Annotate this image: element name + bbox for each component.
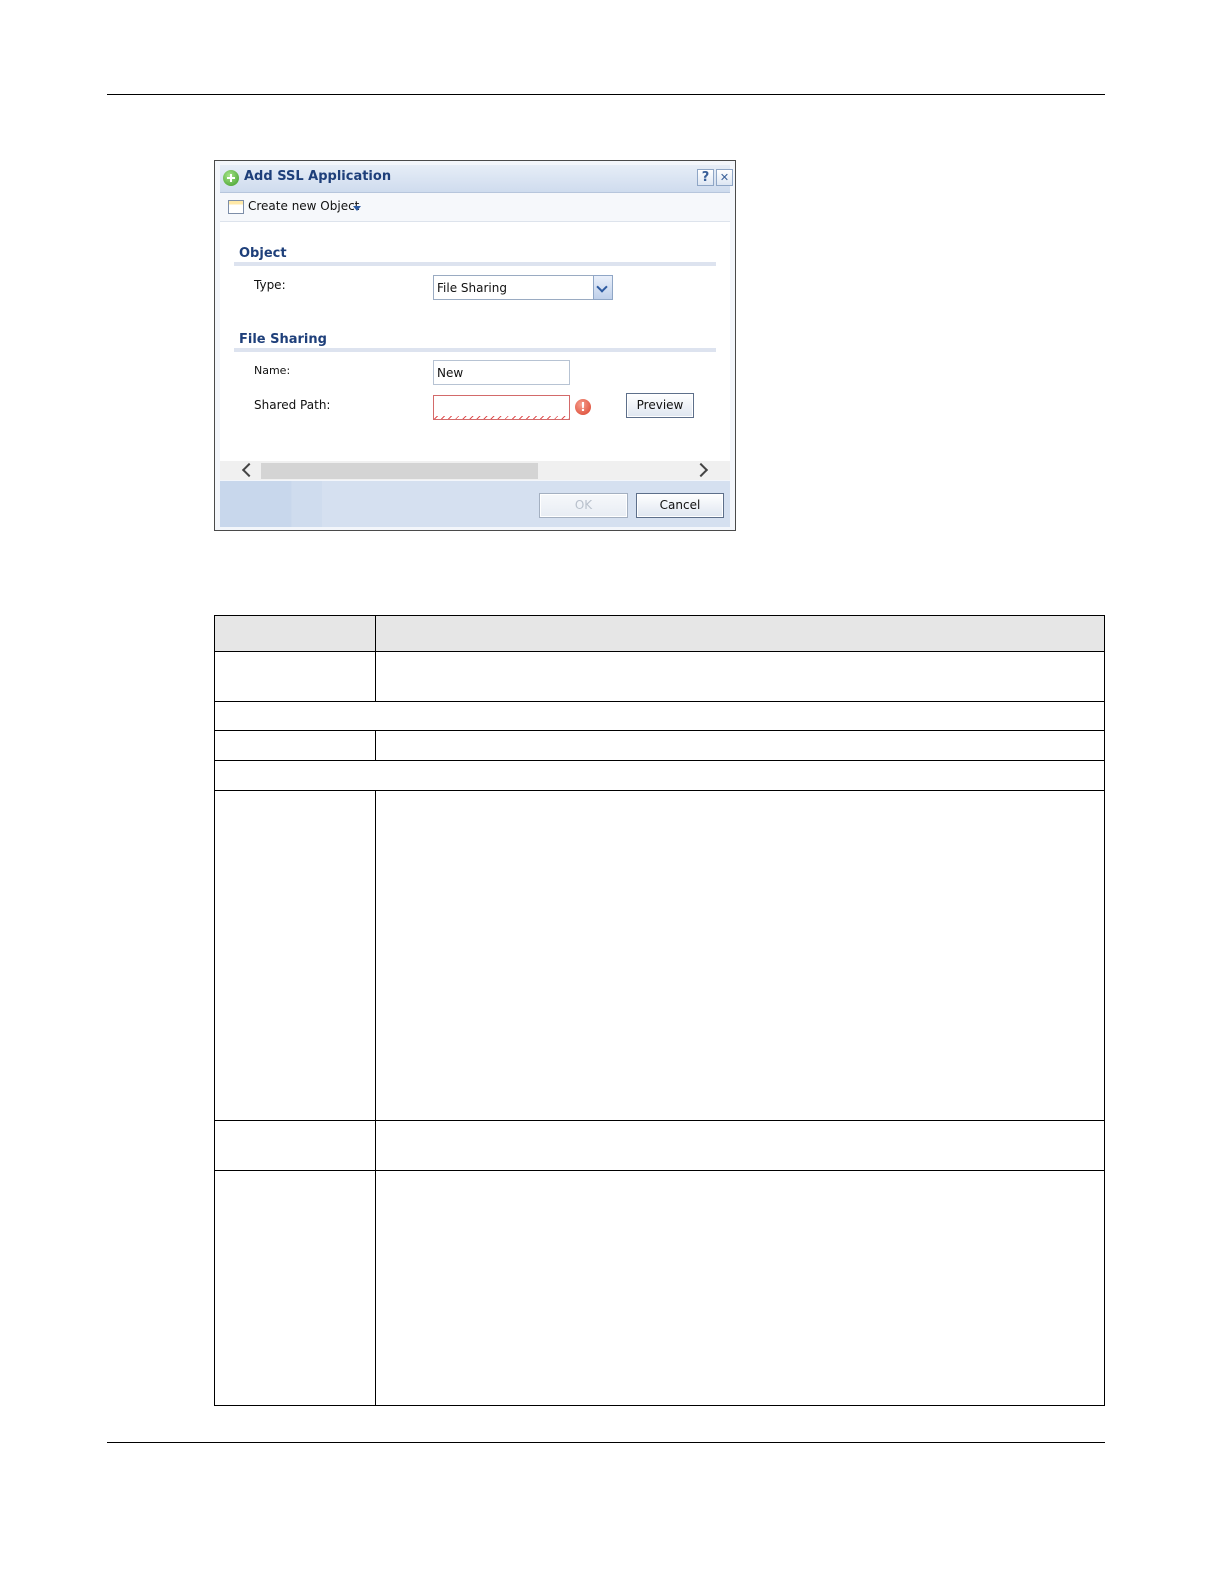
chevron-right-icon[interactable] — [693, 462, 709, 478]
type-label: Type: — [254, 278, 286, 292]
close-button[interactable]: ✕ — [716, 169, 733, 186]
dialog-footer: OK Cancel — [220, 481, 730, 527]
warning-icon: ! — [575, 399, 591, 415]
preview-button[interactable]: Preview — [626, 393, 694, 418]
add-ssl-application-dialog: Add SSL Application ? ✕ Create new Objec… — [214, 160, 736, 531]
dialog-title: Add SSL Application — [244, 169, 392, 184]
scroll-thumb[interactable] — [261, 463, 538, 479]
create-new-object-menu[interactable]: Create new Object — [248, 199, 359, 213]
table-cell — [214, 1170, 376, 1406]
table-row — [214, 790, 1106, 1121]
table-cell — [214, 651, 376, 702]
add-icon — [223, 170, 239, 186]
ok-button[interactable]: OK — [539, 493, 628, 518]
table-cell — [214, 730, 376, 761]
chevron-down-icon[interactable] — [593, 275, 613, 300]
table-row — [214, 1170, 1106, 1406]
table-header-cell — [214, 615, 376, 652]
table-cell — [374, 730, 1106, 761]
name-input[interactable]: New — [433, 360, 570, 385]
table-cell — [374, 651, 1106, 702]
table-row — [214, 651, 1106, 702]
table-section-row — [214, 701, 1105, 731]
horizontal-scrollbar[interactable] — [220, 461, 730, 480]
type-select[interactable]: File Sharing — [433, 275, 613, 300]
section-divider — [234, 348, 716, 352]
table-cell — [374, 790, 1106, 1121]
caret-down-icon[interactable] — [353, 206, 361, 211]
table-section-row — [214, 760, 1105, 791]
shared-path-input[interactable] — [433, 395, 570, 420]
section-divider — [234, 262, 716, 266]
table-header-cell — [374, 615, 1106, 652]
table-row — [214, 1120, 1106, 1171]
object-section-heading: Object — [239, 246, 287, 261]
table-cell — [374, 1120, 1106, 1171]
type-select-value: File Sharing — [437, 281, 507, 295]
file-sharing-section-heading: File Sharing — [239, 332, 327, 347]
help-button[interactable]: ? — [697, 169, 714, 186]
name-label: Name: — [254, 364, 291, 377]
table-cell — [214, 760, 1105, 791]
table-cell — [214, 790, 376, 1121]
table-header-row — [214, 615, 1106, 652]
cancel-button[interactable]: Cancel — [636, 493, 724, 518]
field-description-table — [214, 615, 1106, 1406]
table-cell — [374, 1170, 1106, 1406]
dialog-content: Object Type: File Sharing File Sharing N… — [220, 222, 730, 480]
dialog-titlebar: Add SSL Application ? ✕ — [220, 165, 733, 193]
table-row — [214, 730, 1106, 761]
table-cell — [214, 701, 1105, 731]
shared-path-label: Shared Path: — [254, 398, 331, 412]
dialog-toolbar: Create new Object — [220, 193, 730, 222]
header-rule — [107, 94, 1105, 95]
chevron-left-icon[interactable] — [241, 462, 257, 478]
footer-rule — [107, 1442, 1105, 1443]
object-icon — [228, 200, 244, 214]
table-cell — [214, 1120, 376, 1171]
